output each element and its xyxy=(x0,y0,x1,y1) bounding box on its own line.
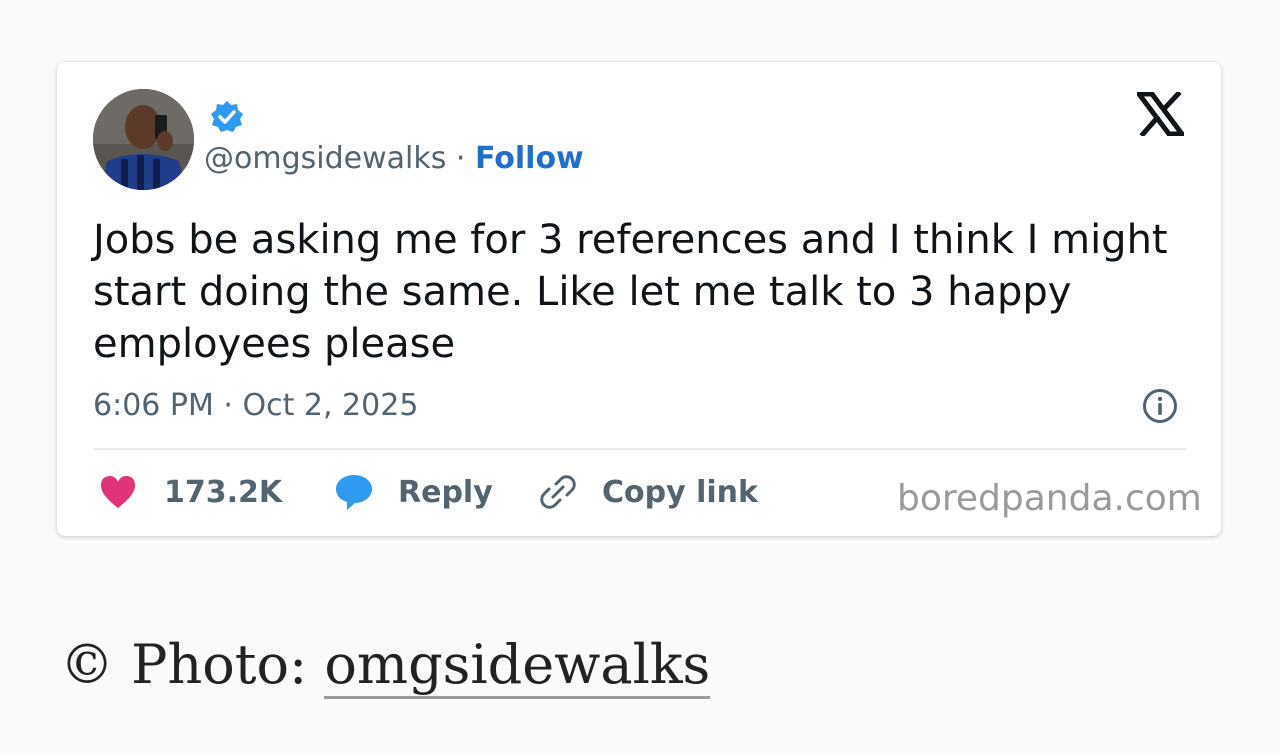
watermark: boredpanda.com xyxy=(897,478,1202,519)
caption-prefix: © Photo: xyxy=(60,633,325,696)
likes-count: 173.2K xyxy=(164,474,283,510)
link-icon xyxy=(540,475,576,509)
tweet-timestamp[interactable]: 6:06 PM · Oct 2, 2025 xyxy=(93,386,418,426)
reply-label: Reply xyxy=(398,474,493,510)
reply-button[interactable]: Reply xyxy=(334,470,493,514)
handle-row: @omgsidewalks · Follow xyxy=(204,138,584,180)
speech-bubble-icon xyxy=(336,475,372,510)
separator-dot: · xyxy=(455,141,466,176)
follow-button[interactable]: Follow xyxy=(475,141,584,176)
caption-source-link[interactable]: omgsidewalks xyxy=(324,633,711,699)
tweet-card: @omgsidewalks · Follow Jobs be asking me… xyxy=(57,62,1221,536)
info-icon[interactable] xyxy=(1142,388,1178,424)
user-handle[interactable]: @omgsidewalks xyxy=(204,141,446,176)
tweet-text: Jobs be asking me for 3 references and I… xyxy=(93,217,1168,367)
photo-credit-caption: © Photo: omgsidewalks xyxy=(60,630,711,700)
divider xyxy=(93,448,1187,450)
like-button[interactable]: 173.2K xyxy=(99,470,282,514)
avatar[interactable] xyxy=(93,89,194,190)
copy-link-label: Copy link xyxy=(602,474,758,510)
heart-icon xyxy=(101,476,135,508)
x-logo-icon[interactable] xyxy=(1137,92,1184,136)
verified-badge-icon xyxy=(211,101,243,132)
copy-link-button[interactable]: Copy link xyxy=(539,470,758,514)
